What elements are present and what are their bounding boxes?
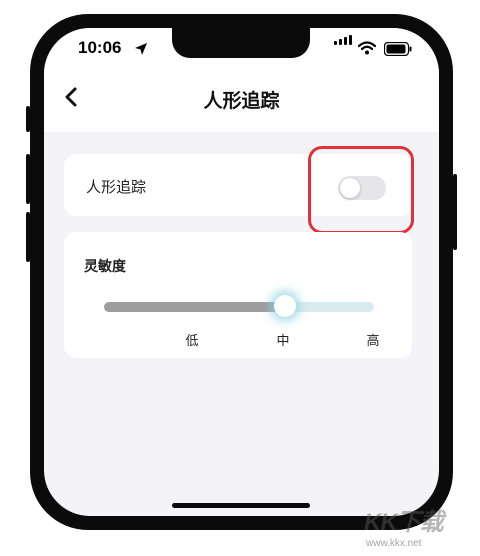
watermark-url: www.kkx.net [366, 538, 422, 549]
tracking-label: 人形追踪 [86, 178, 147, 196]
notch [172, 28, 310, 58]
wifi-icon [358, 41, 376, 55]
volume-down-button [26, 212, 30, 262]
power-button [453, 174, 457, 250]
page-title: 人形追踪 [203, 90, 280, 112]
location-arrow-icon [135, 43, 147, 55]
sensitivity-slider-fill [104, 302, 285, 312]
phone-frame: 10:06 人形追踪 人形追踪 灵敏度 低 中 高 [26, 14, 457, 530]
tick-high: 高 [366, 334, 380, 349]
sensitivity-slider-thumb[interactable] [273, 295, 296, 317]
navigation-bar: 人形追踪 [44, 68, 439, 132]
tick-medium: 中 [276, 334, 290, 349]
watermark-logo: KK下载 [364, 509, 444, 536]
sensitivity-label: 灵敏度 [84, 259, 126, 275]
sensitivity-card: 灵敏度 低 中 高 [64, 232, 412, 358]
battery-icon [384, 42, 412, 56]
highlight-annotation [308, 146, 414, 234]
volume-up-button [26, 154, 30, 204]
screen: 10:06 人形追踪 人形追踪 灵敏度 低 中 高 [44, 28, 439, 516]
status-time: 10:06 [78, 38, 122, 57]
mute-switch [26, 106, 30, 132]
sensitivity-slider-track[interactable] [104, 302, 374, 312]
home-indicator [172, 503, 310, 508]
tick-low: 低 [185, 334, 199, 349]
